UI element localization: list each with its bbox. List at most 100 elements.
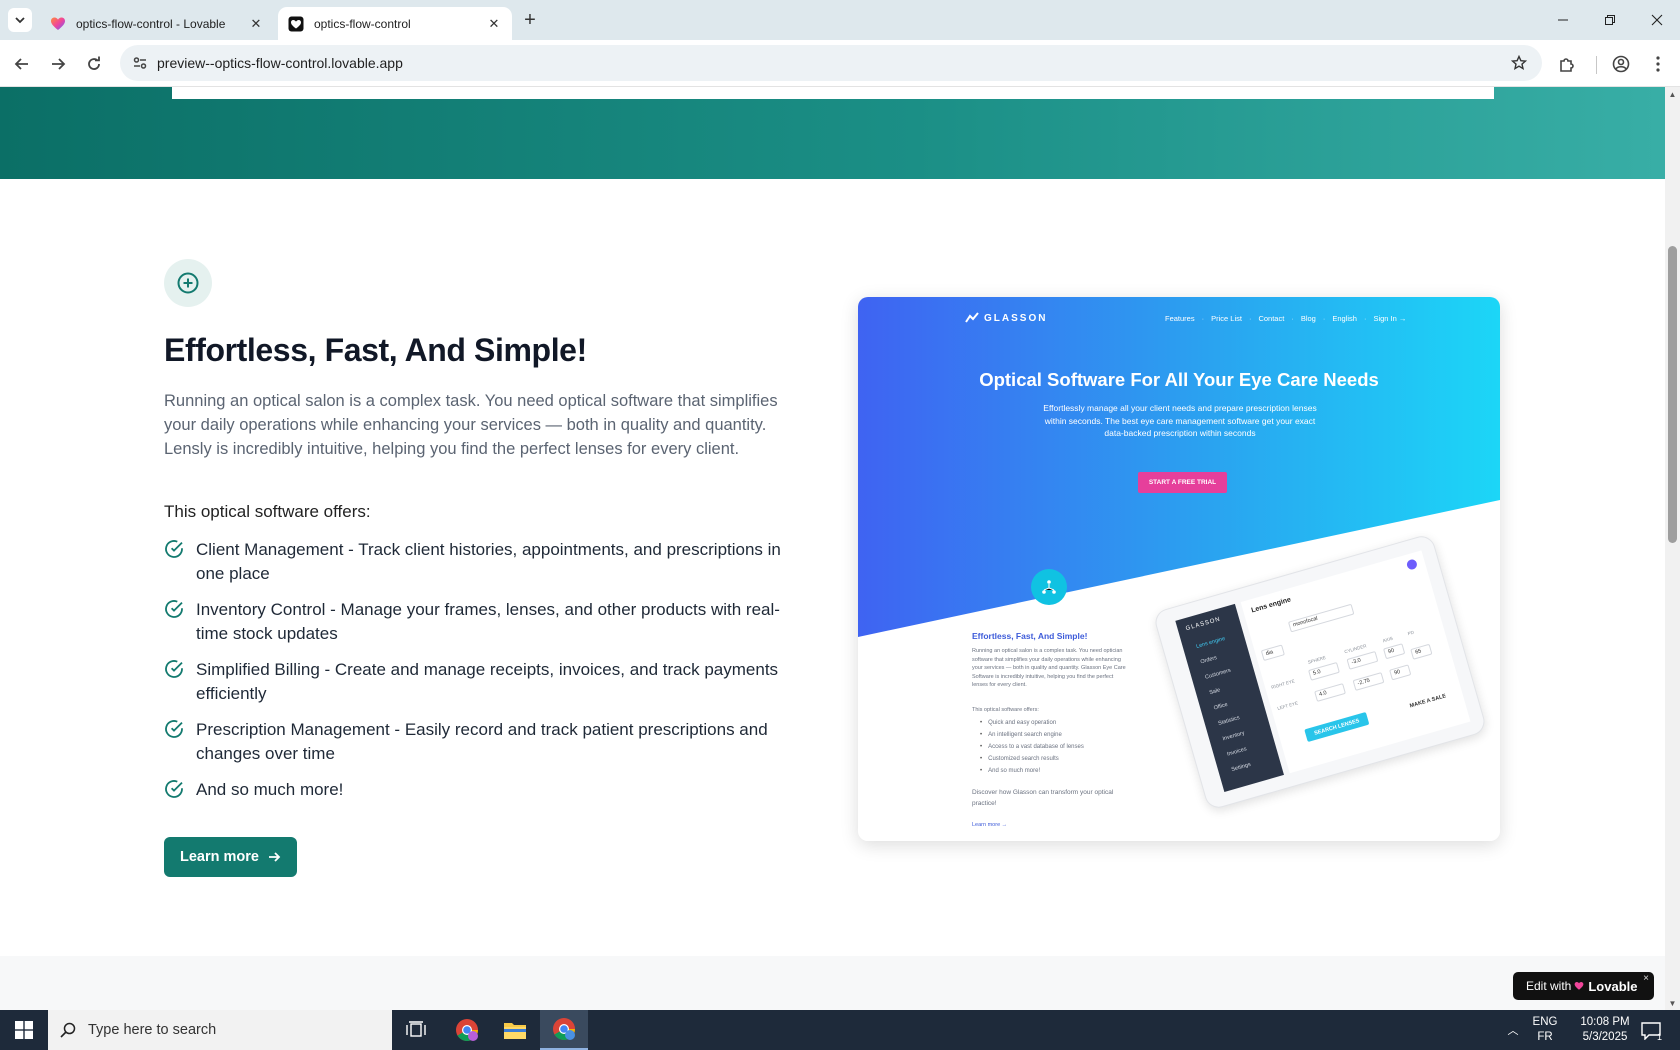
tab-lovable-editor[interactable]: optics-flow-control - Lovable ✕: [40, 7, 274, 40]
tablet-nav-item: Orders: [1199, 654, 1218, 666]
feature-item: Simplified Billing - Create and manage r…: [164, 658, 804, 706]
close-tab-icon[interactable]: ✕: [486, 16, 502, 32]
scroll-up-arrow-icon[interactable]: ▲: [1665, 87, 1680, 101]
close-window-button[interactable]: [1634, 0, 1680, 40]
badge-prefix: Edit with: [1526, 979, 1572, 993]
input-language[interactable]: ENG FR: [1530, 1015, 1560, 1045]
check-circle-icon: [165, 720, 183, 738]
task-view-icon: [406, 1021, 426, 1037]
feature-item: Client Management - Track client histori…: [164, 538, 804, 586]
heart-icon: [288, 16, 304, 31]
preview-learn-more: Learn more →: [972, 822, 1008, 828]
chrome-icon: [553, 1018, 575, 1040]
arrow-left-icon: [14, 58, 28, 70]
taskbar-search[interactable]: Type here to search: [48, 1010, 392, 1050]
preview-list-item: An intelligent search engine: [980, 729, 1084, 741]
folder-icon: [504, 1023, 526, 1039]
new-tab-button[interactable]: +: [519, 9, 541, 31]
address-bar[interactable]: preview--optics-flow-control.lovable.app: [120, 45, 1542, 81]
taskbar-chrome-profile-1[interactable]: [443, 1010, 491, 1050]
notification-center[interactable]: 1: [1636, 1018, 1666, 1044]
preview-nav-item: Sign In →: [1373, 314, 1407, 323]
preview-subtitle: Effortlessly manage all your client need…: [1043, 403, 1317, 438]
preview-paragraph: Running an optical salon is a complex ta…: [972, 648, 1126, 688]
scroll-thumb[interactable]: [1668, 246, 1677, 543]
start-button[interactable]: [0, 1010, 48, 1050]
tablet-index-field: dia: [1260, 644, 1285, 662]
tablet-re-axis: 90: [1383, 643, 1406, 660]
tablet-axis-label: AXIS: [1382, 635, 1394, 644]
bookmark-star-icon[interactable]: [1508, 52, 1530, 74]
tablet-nav-item: Lens engine: [1195, 635, 1227, 651]
system-clock[interactable]: 10:08 PM 5/3/2025: [1564, 1015, 1646, 1045]
minimize-button[interactable]: [1540, 0, 1586, 40]
chevron-down-icon: [15, 17, 25, 24]
task-view-button[interactable]: [392, 1010, 440, 1050]
site-info-icon[interactable]: [128, 51, 152, 75]
glasson-logo-icon: [965, 312, 979, 323]
tab-search-button[interactable]: [8, 8, 32, 32]
profile-icon[interactable]: [1608, 51, 1634, 77]
tablet-title: Lens engine: [1250, 596, 1292, 615]
tablet-re-cylinder: -3.0: [1346, 650, 1379, 670]
browser-toolbar: preview--optics-flow-control.lovable.app: [0, 40, 1680, 87]
reload-icon: [88, 56, 100, 70]
arrow-right-icon: [52, 58, 66, 70]
preview-list-item: Quick and easy operation: [980, 717, 1084, 729]
avatar: [1405, 558, 1419, 571]
forward-button[interactable]: [44, 50, 72, 78]
page-scrollbar[interactable]: ▲ ▼: [1665, 87, 1680, 1010]
menu-kebab-icon[interactable]: [1645, 51, 1671, 77]
tablet-search-button: SEARCH LENSES: [1304, 711, 1370, 743]
plus-circle-icon: [177, 272, 199, 294]
check-circle-icon: [165, 780, 183, 798]
chrome-icon: [456, 1019, 478, 1041]
toolbar-divider: [1596, 56, 1597, 74]
feature-item: Inventory Control - Manage your frames, …: [164, 598, 804, 646]
url-text: preview--optics-flow-control.lovable.app: [157, 55, 403, 71]
reload-button[interactable]: [80, 50, 108, 78]
preview-cta: START A FREE TRIAL: [1138, 472, 1227, 493]
edit-with-lovable-badge[interactable]: Edit with Lovable ×: [1513, 972, 1654, 1000]
preview-nav-item: Price List: [1211, 314, 1242, 323]
tablet-nav-item: Statistics: [1217, 715, 1241, 727]
lovable-heart-icon: [51, 17, 65, 30]
scroll-down-arrow-icon[interactable]: ▼: [1665, 996, 1680, 1010]
lovable-heart-icon: [1574, 981, 1584, 990]
tablet-pd-label: PD: [1407, 629, 1415, 637]
taskbar-search-placeholder: Type here to search: [88, 1022, 217, 1038]
back-button[interactable]: [8, 50, 36, 78]
notification-count: 1: [1656, 1032, 1662, 1042]
tab-optics-flow-control[interactable]: optics-flow-control ✕: [278, 7, 512, 40]
badge-brand: Lovable: [1588, 978, 1638, 994]
tablet-nav-item: Sale: [1208, 687, 1221, 697]
restore-icon: [1605, 15, 1615, 25]
taskbar-file-explorer[interactable]: [491, 1010, 539, 1050]
preview-list: Quick and easy operation An intelligent …: [980, 717, 1084, 777]
learn-more-label: Learn more: [180, 849, 259, 865]
check-circle-icon: [165, 540, 183, 558]
windows-taskbar: Type here to search ︿ ENG FR 10:08 PM 5/…: [0, 1010, 1680, 1050]
section-description: Running an optical salon is a complex ta…: [164, 392, 778, 458]
preview-nav-item: English: [1332, 314, 1357, 323]
network-icon: [1042, 580, 1056, 594]
extensions-icon[interactable]: [1554, 51, 1580, 77]
tablet-sale-button: MAKE A SALE: [1409, 693, 1447, 710]
tablet-logo: GLASSON: [1185, 616, 1222, 633]
feature-icon-badge: [164, 259, 212, 307]
tablet-right-eye-label: RIGHT EYE: [1270, 678, 1296, 690]
badge-close-icon[interactable]: ×: [1643, 973, 1649, 984]
restore-button[interactable]: [1587, 0, 1633, 40]
taskbar-chrome-profile-2[interactable]: [540, 1010, 588, 1050]
minimize-icon: [1558, 19, 1568, 21]
tablet-left-eye-label: LEFT EYE: [1276, 700, 1299, 712]
close-tab-icon[interactable]: ✕: [248, 16, 264, 32]
tray-chevron-up-icon[interactable]: ︿: [1504, 1022, 1522, 1038]
tablet-sphere-label: SPHERE: [1307, 654, 1327, 665]
preview-nav-item: Blog: [1300, 314, 1316, 323]
learn-more-button[interactable]: Learn more: [164, 837, 297, 877]
preview-feature-icon: [1031, 569, 1067, 605]
close-icon: [1651, 14, 1663, 26]
section-title: Effortless, Fast, And Simple!: [164, 332, 587, 368]
preview-heading: Effortless, Fast, And Simple!: [972, 631, 1088, 641]
